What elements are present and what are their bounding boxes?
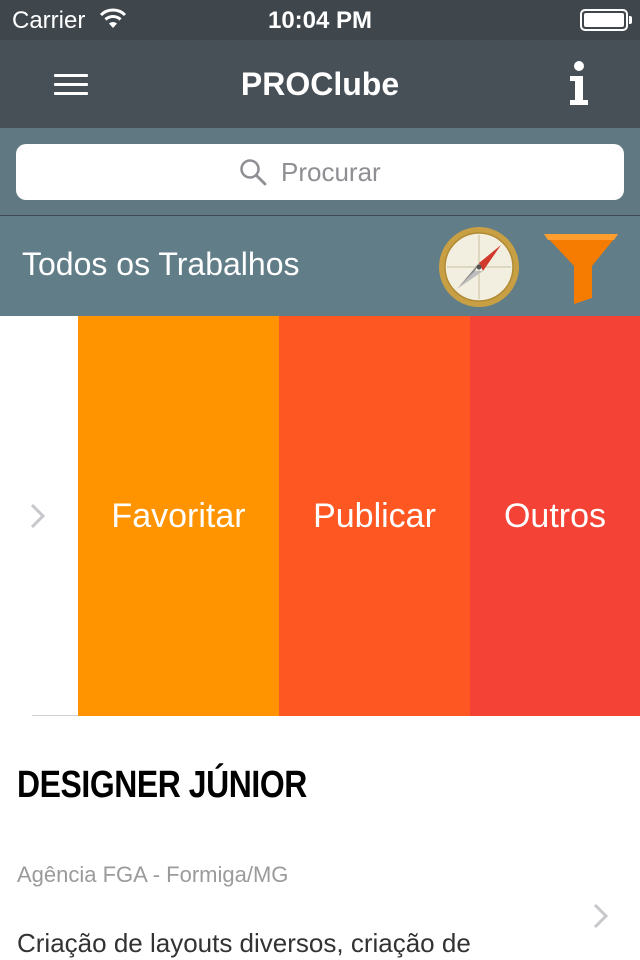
job-list-row-swiped: Favoritar Publicar Outros xyxy=(0,316,640,716)
section-header: Todos os Trabalhos xyxy=(0,216,640,316)
job-list-item[interactable]: DESIGNER JÚNIOR Agência FGA - Formiga/MG… xyxy=(0,716,640,960)
chevron-right-icon xyxy=(593,903,609,929)
search-input[interactable] xyxy=(281,156,401,188)
chevron-right-icon xyxy=(30,503,46,529)
job-title: DESIGNER JÚNIOR xyxy=(17,764,307,806)
app-title: PROClube xyxy=(240,66,400,102)
status-bar: Carrier 10:04 PM xyxy=(0,0,640,40)
navigation-bar: PROClube xyxy=(0,40,640,128)
section-title: Todos os Trabalhos xyxy=(22,246,300,282)
search-field[interactable] xyxy=(16,144,624,200)
clock-time: 10:04 PM xyxy=(267,7,373,34)
info-icon[interactable] xyxy=(564,58,594,108)
filter-funnel-icon[interactable] xyxy=(544,232,618,304)
search-icon xyxy=(240,159,267,186)
publicar-action-button[interactable]: Publicar xyxy=(279,316,470,716)
compass-icon[interactable] xyxy=(438,226,520,308)
job-company-location: Agência FGA - Formiga/MG xyxy=(17,862,289,887)
outros-action-button[interactable]: Outros xyxy=(470,316,640,716)
job-description: Criação de layouts diversos, criação de xyxy=(17,928,471,958)
favoritar-action-button[interactable]: Favoritar xyxy=(78,316,279,716)
search-bar-container xyxy=(0,128,640,216)
battery-icon xyxy=(580,9,632,31)
